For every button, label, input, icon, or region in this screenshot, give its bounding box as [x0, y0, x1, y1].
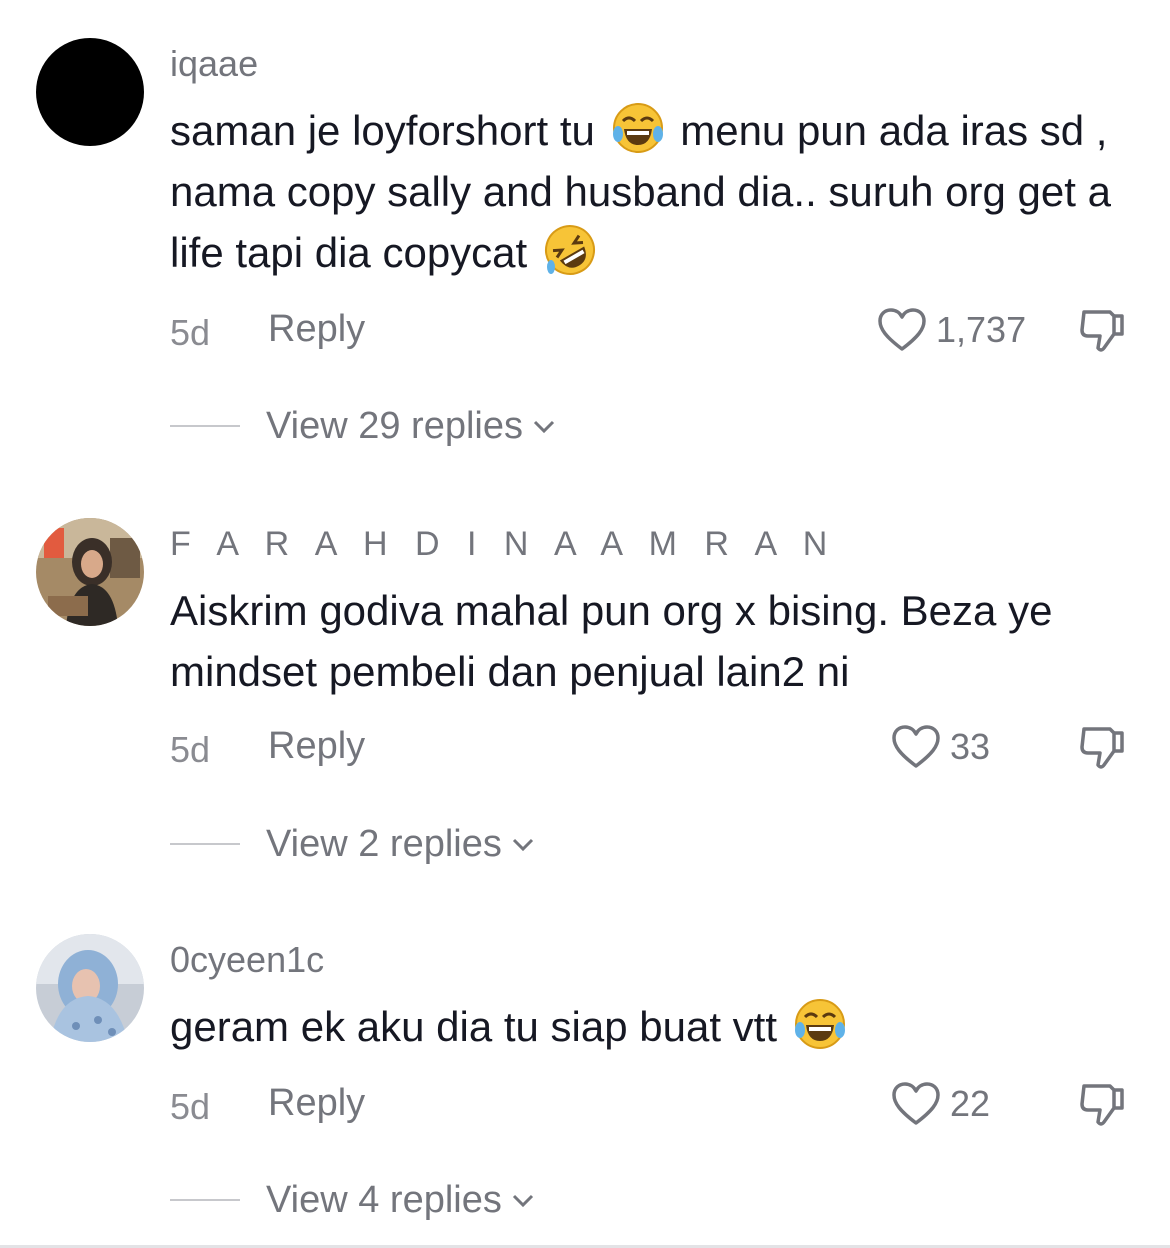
reply-button[interactable]: Reply [268, 1082, 365, 1125]
comment-username[interactable]: 0cyeen1c [170, 938, 324, 982]
like-button[interactable]: 22 [890, 1080, 990, 1128]
comment-text: saman je loyforshort tu menu pun ada ira… [170, 100, 1145, 283]
comment-username[interactable]: F A R A H D I N A A M R A N [170, 522, 836, 566]
view-replies-label: View 2 replies [266, 822, 502, 865]
comment-actions: 5d Reply 22 [170, 1080, 1130, 1130]
thumbs-down-outline-icon[interactable] [1076, 723, 1130, 775]
chevron-down-icon [512, 1194, 533, 1208]
view-replies-button[interactable]: View 4 replies [170, 1175, 536, 1225]
face-with-tears-of-joy-emoji [612, 103, 663, 153]
reply-button[interactable]: Reply [268, 308, 365, 351]
comment-username[interactable]: iqaae [170, 42, 258, 86]
comment-actions: 5d Reply 1,737 [170, 306, 1130, 356]
divider [170, 1199, 240, 1201]
rolling-on-floor-laughing-emoji [544, 225, 595, 275]
chevron-down-icon [512, 838, 533, 852]
heart-outline-icon [892, 725, 940, 768]
thumbs-down-outline-icon[interactable] [1076, 306, 1130, 358]
heart-outline-icon [878, 308, 926, 351]
avatar[interactable] [36, 518, 144, 626]
comment-text-part: saman je loyforshort tu [170, 107, 595, 154]
like-button[interactable]: 33 [890, 723, 990, 771]
avatar[interactable] [36, 934, 144, 1042]
view-replies-label: View 4 replies [266, 1178, 502, 1221]
comment-text-part: geram ek aku dia tu siap buat vtt [170, 1003, 778, 1050]
avatar[interactable] [36, 38, 144, 146]
like-button[interactable]: 1,737 [876, 306, 1026, 354]
heart-outline-icon [892, 1082, 940, 1125]
reply-button[interactable]: Reply [268, 725, 365, 768]
avatar-photo [36, 934, 144, 1042]
like-count: 1,737 [936, 309, 1027, 350]
view-replies-button[interactable]: View 2 replies [170, 819, 536, 869]
comment-actions: 5d Reply 33 [170, 723, 1130, 773]
comment-timestamp: 5d [170, 729, 211, 770]
comment-item: iqaae saman je loyforshort tu menu pun a… [0, 0, 1170, 470]
view-replies-button[interactable]: View 29 replies [170, 401, 557, 451]
avatar-photo [36, 518, 144, 626]
comment-timestamp: 5d [170, 1086, 211, 1127]
divider [170, 425, 240, 427]
comment-item: F A R A H D I N A A M R A N Aiskrim godi… [0, 470, 1170, 890]
comment-text: Aiskrim godiva mahal pun org x bising. B… [170, 587, 1053, 695]
thumbs-down-outline-icon[interactable] [1076, 1080, 1130, 1132]
comment-item: 0cyeen1c geram ek aku dia tu siap buat v… [0, 890, 1170, 1245]
divider [170, 843, 240, 845]
face-with-tears-of-joy-emoji [794, 999, 845, 1049]
comment-timestamp: 5d [170, 312, 211, 353]
view-replies-label: View 29 replies [266, 404, 524, 447]
comment-text: geram ek aku dia tu siap buat vtt [170, 996, 1145, 1057]
chevron-down-icon [533, 420, 555, 434]
like-count: 22 [950, 1083, 991, 1124]
like-count: 33 [950, 726, 991, 767]
